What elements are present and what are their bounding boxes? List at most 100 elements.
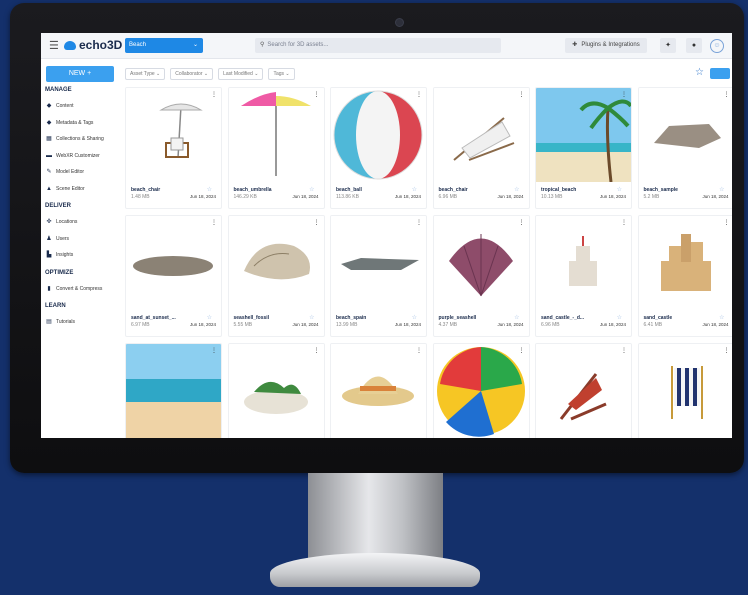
search-placeholder: Search for 3D assets...: [267, 42, 329, 48]
more-options-icon[interactable]: ⋮: [211, 219, 217, 226]
more-options-icon[interactable]: ⋮: [724, 91, 730, 98]
favorite-star-icon[interactable]: ☆: [514, 314, 519, 321]
asset-thumbnail[interactable]: [126, 216, 221, 310]
filter-label: Tags: [273, 71, 284, 77]
asset-card[interactable]: ⋮ beach_umbrella ☆ 146.29 KB Jun 18, 2024: [227, 87, 325, 209]
sidebar-item[interactable]: ◆ Metadata & Tags: [46, 120, 94, 126]
sidebar-item[interactable]: ▙ Insights: [46, 252, 74, 258]
sidebar-item[interactable]: ▦ Collections & Sharing: [46, 136, 104, 142]
favorite-star-icon[interactable]: ☆: [309, 314, 314, 321]
asset-card[interactable]: ⋮ sand_castle_-_d... ☆ 6.96 MB Jun 18, 2024: [535, 215, 632, 337]
asset-thumbnail[interactable]: [433, 216, 529, 310]
favorite-star-icon[interactable]: ☆: [617, 186, 622, 193]
favorite-star-icon[interactable]: ☆: [719, 314, 724, 321]
sidebar-item[interactable]: ✎ Model Editor: [46, 169, 84, 175]
more-options-icon[interactable]: ⋮: [621, 219, 627, 226]
more-options-icon[interactable]: ⋮: [724, 347, 730, 354]
more-options-icon[interactable]: ⋮: [519, 347, 525, 354]
filter-chip[interactable]: Last Modified ⌄: [218, 68, 264, 80]
more-options-icon[interactable]: ⋮: [724, 219, 730, 226]
asset-thumbnail[interactable]: [331, 216, 426, 310]
filter-chip[interactable]: Asset Type ⌄: [125, 68, 166, 80]
more-options-icon[interactable]: ⋮: [621, 91, 627, 98]
more-options-icon[interactable]: ⋮: [416, 91, 422, 98]
more-options-icon[interactable]: ⋮: [519, 91, 525, 98]
asset-thumbnail[interactable]: [228, 344, 324, 438]
sidebar-item[interactable]: ▬ WebXR Customizer: [46, 153, 100, 159]
asset-card[interactable]: ⋮: [535, 343, 632, 438]
asset-size: 113.86 KB: [336, 194, 359, 200]
sidebar-item[interactable]: ▮ Convert & Compress: [46, 286, 102, 292]
asset-thumbnail[interactable]: [126, 88, 221, 182]
asset-thumbnail[interactable]: [638, 344, 732, 438]
asset-thumbnail[interactable]: [433, 344, 529, 438]
asset-card[interactable]: ⋮ beach_sample ☆ 5.2 MB Jun 18, 2024: [637, 87, 732, 209]
asset-thumbnail[interactable]: [536, 344, 631, 438]
asset-thumbnail[interactable]: [638, 216, 732, 310]
favorite-star-icon[interactable]: ☆: [719, 186, 724, 193]
favorite-star-icon[interactable]: ☆: [412, 314, 417, 321]
asset-thumbnail[interactable]: [228, 88, 324, 182]
sparkle-icon: ✦: [665, 42, 671, 49]
asset-card[interactable]: ⋮ sand_at_sunset_... ☆ 6.97 MB Jun 18, 2024: [125, 215, 222, 337]
sidebar-item[interactable]: ✜ Locations: [46, 219, 77, 225]
notifications-settings-button[interactable]: ✦: [660, 38, 676, 53]
asset-card[interactable]: ⋮ beach_chair ☆ 6.96 MB Jun 18, 2024: [432, 87, 530, 209]
asset-card[interactable]: ⋮ beach_chair ☆ 1.48 MB Jun 18, 2024: [125, 87, 222, 209]
asset-thumbnail[interactable]: [433, 88, 529, 182]
filter-chip[interactable]: Collaborator ⌄: [170, 68, 214, 80]
asset-card[interactable]: ⋮ purple_seashell ☆ 4.37 MB Jun 18, 2024: [432, 215, 530, 337]
more-options-icon[interactable]: ⋮: [416, 347, 422, 354]
search-input[interactable]: ⚲ Search for 3D assets...: [255, 38, 501, 53]
more-options-icon[interactable]: ⋮: [621, 347, 627, 354]
asset-thumbnail[interactable]: [228, 216, 324, 310]
asset-card[interactable]: ⋮: [125, 343, 222, 438]
asset-thumbnail[interactable]: [126, 344, 221, 438]
more-options-icon[interactable]: ⋮: [314, 219, 320, 226]
sidebar-item[interactable]: ◆ Content: [46, 103, 74, 109]
more-options-icon[interactable]: ⋮: [519, 219, 525, 226]
more-options-icon[interactable]: ⋮: [211, 347, 217, 354]
asset-thumbnail[interactable]: [331, 344, 426, 438]
more-options-icon[interactable]: ⋮: [211, 91, 217, 98]
asset-card[interactable]: ⋮ sand_castle ☆ 6.41 MB Jun 18, 2024: [637, 215, 732, 337]
sidebar-item[interactable]: ♟ Users: [46, 236, 69, 242]
menu-icon[interactable]: ☰: [49, 39, 59, 52]
sidebar-item-label: Convert & Compress: [56, 285, 103, 292]
workspace-select[interactable]: Beach ⌄: [125, 38, 203, 53]
favorite-star-icon[interactable]: ☆: [207, 314, 212, 321]
asset-card[interactable]: ⋮: [432, 343, 530, 438]
workspace-label: Beach: [129, 42, 147, 48]
favorite-star-icon[interactable]: ☆: [412, 186, 417, 193]
favorite-star-icon[interactable]: ☆: [617, 314, 622, 321]
filter-chip[interactable]: Tags ⌄: [268, 68, 295, 80]
asset-card[interactable]: ⋮: [637, 343, 732, 438]
more-options-icon[interactable]: ⋮: [416, 219, 422, 226]
favorites-star-icon[interactable]: ☆: [695, 67, 704, 78]
cloud-logo-icon: [64, 40, 76, 50]
asset-thumbnail[interactable]: [638, 88, 732, 182]
asset-card[interactable]: ⋮ tropical_beach ☆ 10.13 MB Jun 18, 2024: [535, 87, 632, 209]
user-avatar-icon[interactable]: ☺: [710, 39, 724, 53]
view-toggle[interactable]: [710, 68, 730, 79]
new-button[interactable]: NEW +: [46, 66, 114, 82]
asset-card[interactable]: ⋮: [227, 343, 325, 438]
more-options-icon[interactable]: ⋮: [314, 91, 320, 98]
asset-card[interactable]: ⋮ beach_ball ☆ 113.86 KB Jun 18, 2024: [330, 87, 427, 209]
asset-thumbnail[interactable]: [331, 88, 426, 182]
favorite-star-icon[interactable]: ☆: [514, 186, 519, 193]
favorite-star-icon[interactable]: ☆: [207, 186, 212, 193]
logo[interactable]: echo3D: [64, 38, 122, 52]
sidebar-item[interactable]: ▲ Scene Editor: [46, 186, 85, 192]
asset-card[interactable]: ⋮ beach_spain ☆ 13.99 MB Jun 18, 2024: [330, 215, 427, 337]
asset-card[interactable]: ⋮: [330, 343, 427, 438]
sidebar-item[interactable]: ▤ Tutorials: [46, 319, 75, 325]
bell-button[interactable]: ●: [686, 38, 702, 53]
asset-card[interactable]: ⋮ seashell_fossil ☆ 5.55 MB Jun 18, 2024: [227, 215, 325, 337]
asset-date: Jun 18, 2024: [394, 322, 421, 327]
plugins-button[interactable]: ✚ Plugins & Integrations: [565, 38, 647, 53]
favorite-star-icon[interactable]: ☆: [309, 186, 314, 193]
asset-thumbnail[interactable]: [536, 216, 631, 310]
more-options-icon[interactable]: ⋮: [314, 347, 320, 354]
asset-thumbnail[interactable]: [536, 88, 631, 183]
